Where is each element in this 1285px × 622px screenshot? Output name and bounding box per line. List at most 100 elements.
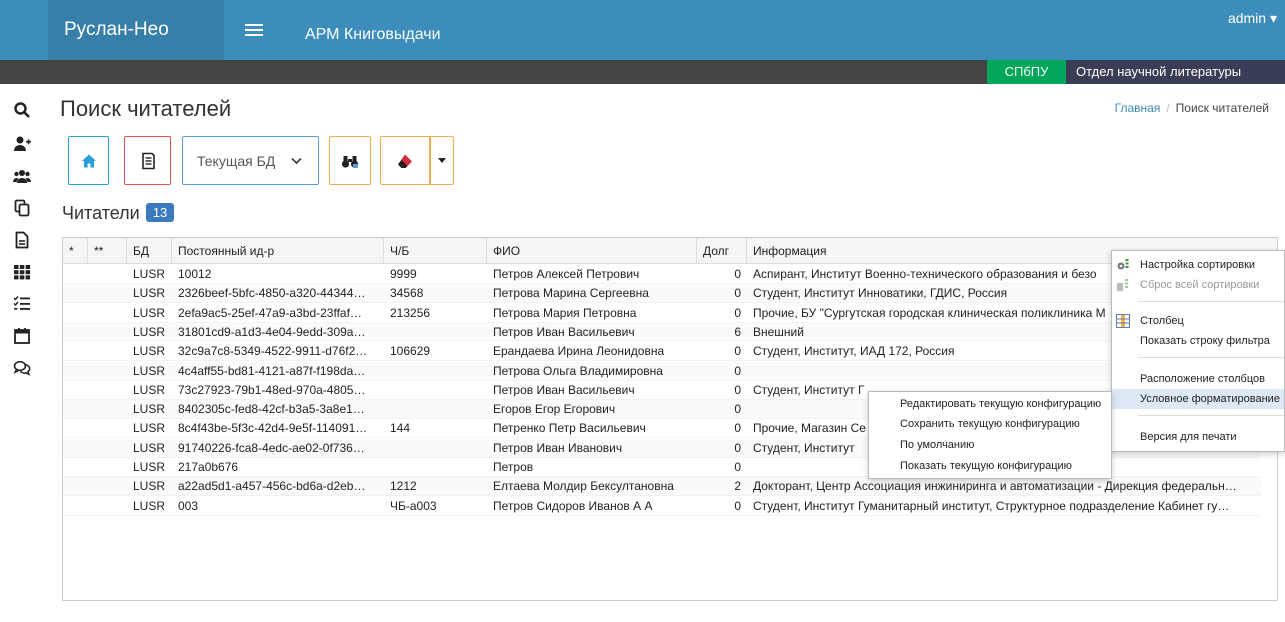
user-name: admin xyxy=(1227,10,1267,26)
conditional-formatting-submenu: Редактировать текущую конфигурацию Сохра… xyxy=(868,391,1112,479)
cell-db: LUSR xyxy=(133,440,166,455)
submenu-item-default[interactable]: По умолчанию xyxy=(869,435,1111,455)
table-row[interactable]: LUSR 003 ЧБ-а003 Петров Сидоров Иванов А А 0… xyxy=(63,497,1261,516)
column-header-star[interactable]: * xyxy=(63,238,88,264)
copy-icon xyxy=(14,199,30,216)
table-row[interactable]: LUSR 32c9a7c8-5349-4522-9911-d76f2… 106629… xyxy=(63,342,1261,362)
submenu-item-show-config[interactable]: Показать текущую конфигурацию xyxy=(869,456,1111,476)
cell-name: Петров Алексей Петрович xyxy=(493,267,640,281)
cell-card xyxy=(384,362,487,381)
sidebar-item-list[interactable] xyxy=(0,290,44,317)
search-button[interactable] xyxy=(329,136,371,185)
cell-name: Петров Иван Васильевич xyxy=(493,324,635,339)
readers-count-badge: 13 xyxy=(145,203,175,222)
column-header-card[interactable]: Ч/Б xyxy=(384,238,487,264)
menu-item-label: Версия для печати xyxy=(1140,431,1237,443)
org-department: Отдел научной литературы xyxy=(1066,60,1285,84)
home-button[interactable] xyxy=(68,136,109,185)
sidebar-item-users[interactable] xyxy=(0,162,44,189)
cell-id: a22ad5d1-a457-456c-bd6a-d2eb… xyxy=(178,479,366,494)
cell-db: LUSR xyxy=(133,421,166,436)
cell-id: 2326beef-5bfc-4850-a320-44344… xyxy=(178,286,366,301)
home-icon xyxy=(81,154,96,167)
cell-debt: 0 xyxy=(734,305,741,320)
cell-id: 31801cd9-a1d3-4e04-9edd-309a… xyxy=(178,324,366,339)
menu-item-label: Расположение столбцов xyxy=(1140,373,1265,385)
sidebar-item-search[interactable] xyxy=(0,96,44,123)
menu-item-sort-settings[interactable]: Настройка сортировки xyxy=(1112,255,1284,275)
breadcrumb-home-link[interactable]: Главная xyxy=(1115,101,1161,115)
menu-item-label: Показать строку фильтра xyxy=(1140,335,1270,347)
cell-db: LUSR xyxy=(133,460,166,474)
column-header-debt[interactable]: Долг xyxy=(697,238,747,264)
eraser-icon xyxy=(398,154,412,168)
cell-db: LUSR xyxy=(133,305,166,320)
cell-card: 1212 xyxy=(390,479,417,494)
table-row[interactable]: LUSR 4c4aff55-bd81-4121-a87f-f198da… Петро… xyxy=(63,361,1261,381)
menu-item-label: Сохранить текущую конфигурацию xyxy=(900,418,1080,430)
table-row[interactable]: LUSR 2efa9ac5-25ef-47a9-a3bd-23ffaf… 21325… xyxy=(63,304,1261,323)
user-menu[interactable]: admin ▾ xyxy=(1228,10,1277,27)
cell-name: Петров Иван Иванович xyxy=(493,440,623,455)
sidebar-item-comments[interactable] xyxy=(0,354,44,381)
cell-db: LUSR xyxy=(133,324,166,339)
grid-context-menu: Настройка сортировки Сброс всей сортиров… xyxy=(1111,250,1285,452)
cell-name: Петрова Марина Сергеевна xyxy=(493,286,649,301)
cell-card xyxy=(384,458,487,477)
cell-name: Петрова Ольга Владимировна xyxy=(493,363,663,378)
page-title: Поиск читателей xyxy=(60,96,232,121)
column-icon xyxy=(1116,314,1130,328)
cell-name: Петренко Петр Васильевич xyxy=(493,421,646,436)
sidebar-item-grid[interactable] xyxy=(0,258,44,285)
org-badge: СПбПУ xyxy=(987,60,1066,84)
menu-item-show-filter-row[interactable]: Показать строку фильтра xyxy=(1112,331,1284,351)
cell-db: LUSR xyxy=(133,498,166,513)
menu-separator xyxy=(1138,415,1284,416)
submenu-item-edit-config[interactable]: Редактировать текущую конфигурацию xyxy=(869,394,1111,414)
table-row[interactable]: LUSR 31801cd9-a1d3-4e04-9edd-309a… Петров … xyxy=(63,322,1261,342)
sidebar-item-document[interactable] xyxy=(0,226,44,253)
sidebar-item-add-user[interactable] xyxy=(0,130,44,157)
menu-item-print-version[interactable]: Версия для печати xyxy=(1112,427,1284,447)
cell-db: LUSR xyxy=(133,286,166,301)
menu-toggle-icon[interactable] xyxy=(245,24,263,36)
document-button[interactable] xyxy=(124,136,171,185)
table-header: * ** БД Постоянный ид-р Ч/Б ФИО Долг Инф… xyxy=(63,238,1277,264)
brand-logo[interactable]: Руслан-Нео xyxy=(48,0,224,60)
menu-item-label: Сброс всей сортировки xyxy=(1140,279,1260,291)
column-header-id[interactable]: Постоянный ид-р xyxy=(172,238,384,264)
menu-item-column[interactable]: Столбец xyxy=(1112,311,1284,331)
menu-item-label: Показать текущую конфигурацию xyxy=(900,460,1072,472)
submenu-item-save-config[interactable]: Сохранить текущую конфигурацию xyxy=(869,414,1111,434)
cell-debt: 6 xyxy=(734,324,741,339)
scroll-document-icon xyxy=(141,152,155,169)
menu-item-conditional-formatting[interactable]: Условное форматирование xyxy=(1112,389,1284,409)
cell-card: 34568 xyxy=(390,286,424,301)
clear-button[interactable] xyxy=(380,136,430,185)
cell-card xyxy=(384,323,487,342)
column-header-name[interactable]: ФИО xyxy=(487,238,697,264)
menu-item-column-layout[interactable]: Расположение столбцов xyxy=(1112,369,1284,389)
cell-debt: 2 xyxy=(734,479,741,494)
cell-id: 217a0b676 xyxy=(178,460,239,474)
cell-info: Докторант, Центр Ассоциация инжиниринга … xyxy=(753,479,1237,494)
clear-dropdown-toggle[interactable] xyxy=(430,136,454,185)
menu-item-reset-sort[interactable]: Сброс всей сортировки xyxy=(1112,275,1284,295)
cell-id: 73c27923-79b1-48ed-970a-4805… xyxy=(178,382,366,397)
menu-item-label: Условное форматирование xyxy=(1140,393,1280,405)
table-row[interactable]: LUSR 2326beef-5bfc-4850-a320-44344… 34568 П… xyxy=(63,284,1261,304)
sidebar-item-calendar[interactable] xyxy=(0,322,44,349)
db-select[interactable]: Текущая БД xyxy=(182,136,319,185)
caret-down-icon xyxy=(438,158,446,163)
menu-separator xyxy=(1138,301,1284,302)
cell-debt: 0 xyxy=(734,363,741,378)
column-header-db[interactable]: БД xyxy=(127,238,172,264)
comments-icon xyxy=(13,360,31,376)
sidebar-item-copy[interactable] xyxy=(0,194,44,221)
column-header-double-star[interactable]: ** xyxy=(88,238,127,264)
binoculars-icon xyxy=(341,155,359,168)
cell-db: LUSR xyxy=(133,382,166,397)
table-row[interactable]: LUSR a22ad5d1-a457-456c-bd6a-d2eb… 1212 Елт… xyxy=(63,477,1261,497)
table-row[interactable]: LUSR 10012 9999 Петров Алексей Петрович 0 Асп… xyxy=(63,265,1261,284)
cell-db: LUSR xyxy=(133,479,166,494)
